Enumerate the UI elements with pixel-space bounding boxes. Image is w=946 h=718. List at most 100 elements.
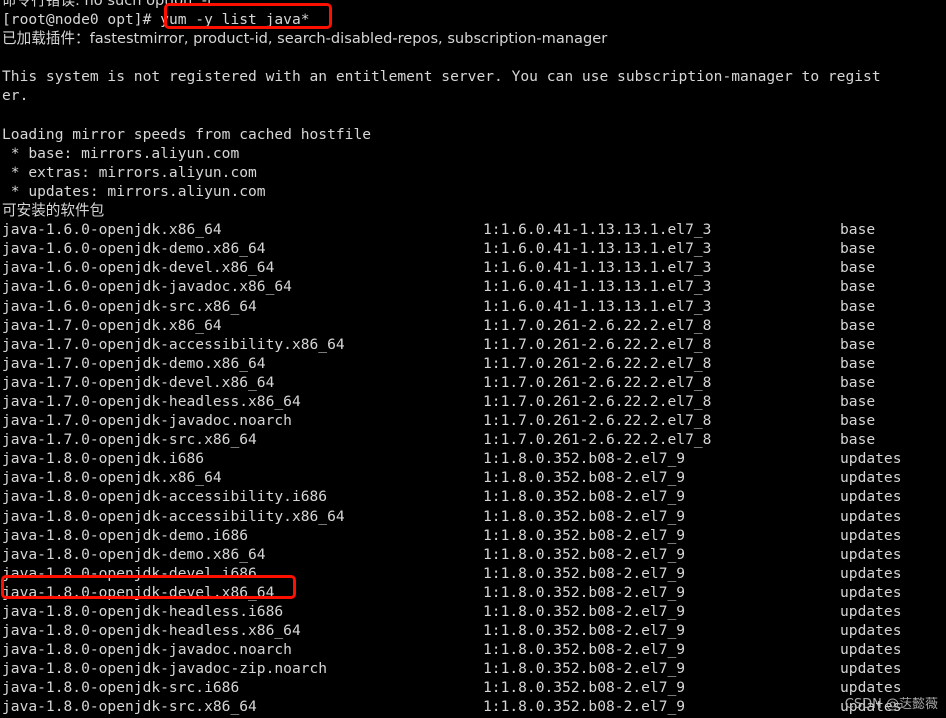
package-row: java-1.6.0-openjdk-src.x86_64 1:1.6.0.41-… <box>0 297 946 316</box>
package-version: 1:1.6.0.41-1.13.13.1.el7_3 <box>483 278 712 296</box>
package-repo: base <box>840 221 876 239</box>
package-name: java-1.8.0-openjdk-demo.x86_64 <box>2 545 266 563</box>
package-version: 1:1.6.0.41-1.13.13.1.el7_3 <box>483 221 712 239</box>
package-row: java-1.7.0-openjdk-headless.x86_64 1:1.7.… <box>0 392 946 411</box>
package-version: 1:1.7.0.261-2.6.22.2.el7_8 <box>483 316 712 334</box>
package-row: java-1.6.0-openjdk-demo.x86_64 1:1.6.0.41… <box>0 239 946 258</box>
package-name: java-1.8.0-openjdk-javadoc.noarch <box>2 641 292 659</box>
package-repo: updates <box>840 622 902 640</box>
package-version: 1:1.8.0.352.b08-2.el7_9 <box>483 564 686 582</box>
terminal-scroll-area: 命令行错误: no such option: -t [root@node0 op… <box>0 0 946 717</box>
package-repo: updates <box>840 526 902 544</box>
package-repo: base <box>840 431 876 449</box>
package-repo: base <box>840 259 876 277</box>
package-name: java-1.6.0-openjdk-devel.x86_64 <box>2 259 275 277</box>
package-name: java-1.8.0-openjdk-javadoc-zip.noarch <box>2 660 328 678</box>
package-name: java-1.6.0-openjdk-javadoc.x86_64 <box>2 278 292 296</box>
package-row: java-1.8.0-openjdk.x86_64 1:1.8.0.352.b08… <box>0 468 946 487</box>
package-name: java-1.6.0-openjdk-src.x86_64 <box>2 297 257 315</box>
package-repo: updates <box>840 488 902 506</box>
package-repo: updates <box>840 603 902 620</box>
shell-prompt: [root@node0 opt]# <box>2 11 161 29</box>
package-repo: base <box>840 316 876 334</box>
package-row: java-1.6.0-openjdk-devel.x86_64 1:1.6.0.4… <box>0 258 946 277</box>
package-version: 1:1.8.0.352.b08-2.el7_9 <box>483 698 686 716</box>
package-repo: updates <box>840 679 902 697</box>
mirror-extras-line: * extras: mirrors.aliyun.com <box>2 163 257 181</box>
package-row: java-1.8.0-openjdk-devel.i686 1:1.8.0.352… <box>0 564 946 583</box>
package-name: java-1.8.0-openjdk-devel.x86_64 <box>2 583 275 601</box>
package-repo: updates <box>840 450 902 468</box>
package-version: 1:1.6.0.41-1.13.13.1.el7_3 <box>483 259 712 277</box>
entitlement-warning-line-2: er. <box>2 87 29 105</box>
package-version: 1:1.8.0.352.b08-2.el7_9 <box>483 603 686 620</box>
package-row: java-1.8.0-openjdk-accessibility.x86_64 1… <box>0 507 946 526</box>
loaded-plugins-line: 已加载插件：fastestmirror, product-id, search-… <box>2 30 608 48</box>
package-row: java-1.8.0-openjdk-accessibility.i686 1:1… <box>0 487 946 506</box>
package-version: 1:1.7.0.261-2.6.22.2.el7_8 <box>483 412 712 430</box>
package-version: 1:1.8.0.352.b08-2.el7_9 <box>483 641 686 659</box>
package-version: 1:1.8.0.352.b08-2.el7_9 <box>483 679 686 697</box>
package-name: java-1.8.0-openjdk-demo.i686 <box>2 526 249 544</box>
package-row: java-1.6.0-openjdk.x86_64 1:1.6.0.41-1.13… <box>0 220 946 239</box>
package-version: 1:1.6.0.41-1.13.13.1.el7_3 <box>483 240 712 258</box>
package-name: java-1.6.0-openjdk.x86_64 <box>2 221 222 239</box>
package-row: java-1.8.0-openjdk-src.i686 1:1.8.0.352.b… <box>0 678 946 697</box>
typed-command[interactable]: yum -y list java* <box>160 11 309 28</box>
package-row: java-1.8.0-openjdk-headless.i686 1:1.8.0.… <box>0 602 946 621</box>
package-name: java-1.8.0-openjdk-accessibility.i686 <box>2 488 328 506</box>
package-version: 1:1.7.0.261-2.6.22.2.el7_8 <box>483 354 712 372</box>
package-name: java-1.8.0-openjdk-devel.i686 <box>2 564 257 582</box>
package-repo: base <box>840 335 876 353</box>
available-packages-header: 可安装的软件包 <box>2 202 105 220</box>
package-name: java-1.7.0-openjdk-demo.x86_64 <box>2 354 266 372</box>
mirror-updates-line: * updates: mirrors.aliyun.com <box>2 182 266 200</box>
loading-mirror-line: Loading mirror speeds from cached hostfi… <box>2 125 372 143</box>
package-row: java-1.8.0-openjdk-headless.x86_64 1:1.8.… <box>0 621 946 640</box>
package-list: java-1.6.0-openjdk.x86_64 1:1.6.0.41-1.13… <box>0 220 946 716</box>
package-repo: updates <box>840 660 902 678</box>
package-name: java-1.8.0-openjdk-accessibility.x86_64 <box>2 507 345 525</box>
package-row: java-1.8.0-openjdk-demo.i686 1:1.8.0.352.… <box>0 526 946 545</box>
package-version: 1:1.8.0.352.b08-2.el7_9 <box>483 469 686 487</box>
package-repo: base <box>840 392 876 410</box>
package-repo: updates <box>840 564 902 582</box>
package-name: java-1.8.0-openjdk-src.i686 <box>2 679 240 697</box>
package-repo: base <box>840 354 876 372</box>
package-row: java-1.8.0-openjdk-javadoc-zip.noarch 1:1… <box>0 659 946 678</box>
package-repo: updates <box>840 641 902 659</box>
package-repo: updates <box>840 507 902 525</box>
package-name: java-1.6.0-openjdk-demo.x86_64 <box>2 240 266 258</box>
package-name: java-1.7.0-openjdk-devel.x86_64 <box>2 373 275 391</box>
package-row: java-1.7.0-openjdk-devel.x86_64 1:1.7.0.2… <box>0 373 946 392</box>
package-repo: base <box>840 412 876 430</box>
package-row: java-1.8.0-openjdk-demo.x86_64 1:1.8.0.35… <box>0 545 946 564</box>
package-name: java-1.8.0-openjdk.i686 <box>2 450 205 468</box>
package-version: 1:1.8.0.352.b08-2.el7_9 <box>483 622 686 640</box>
package-name: java-1.8.0-openjdk-src.x86_64 <box>2 698 257 716</box>
terminal-window[interactable]: 命令行错误: no such option: -t [root@node0 op… <box>0 0 946 718</box>
package-version: 1:1.8.0.352.b08-2.el7_9 <box>483 488 686 506</box>
package-row: java-1.7.0-openjdk-javadoc.noarch 1:1.7.0… <box>0 411 946 430</box>
clipped-error-line: 命令行错误: no such option: -t <box>2 0 213 9</box>
package-row: java-1.8.0-openjdk-javadoc.noarch 1:1.8.0… <box>0 640 946 659</box>
package-repo: updates <box>840 698 902 716</box>
package-row: java-1.7.0-openjdk-accessibility.x86_64 1… <box>0 335 946 354</box>
package-repo: base <box>840 373 876 391</box>
entitlement-warning-line-1: This system is not registered with an en… <box>2 68 881 86</box>
package-version: 1:1.8.0.352.b08-2.el7_9 <box>483 583 686 601</box>
package-repo: base <box>840 278 876 296</box>
package-row: java-1.8.0-openjdk-src.x86_64 1:1.8.0.352… <box>0 697 946 716</box>
package-version: 1:1.8.0.352.b08-2.el7_9 <box>483 660 686 678</box>
package-repo: base <box>840 297 876 315</box>
mirror-base-line: * base: mirrors.aliyun.com <box>2 144 240 162</box>
package-name: java-1.7.0-openjdk-src.x86_64 <box>2 431 257 449</box>
package-version: 1:1.7.0.261-2.6.22.2.el7_8 <box>483 335 712 353</box>
package-version: 1:1.6.0.41-1.13.13.1.el7_3 <box>483 297 712 315</box>
package-version: 1:1.7.0.261-2.6.22.2.el7_8 <box>483 431 712 449</box>
package-repo: base <box>840 240 876 258</box>
package-version: 1:1.8.0.352.b08-2.el7_9 <box>483 507 686 525</box>
package-row: java-1.8.0-openjdk-devel.x86_64 1:1.8.0.3… <box>0 583 946 602</box>
package-row: java-1.6.0-openjdk-javadoc.x86_64 1:1.6.0… <box>0 277 946 296</box>
